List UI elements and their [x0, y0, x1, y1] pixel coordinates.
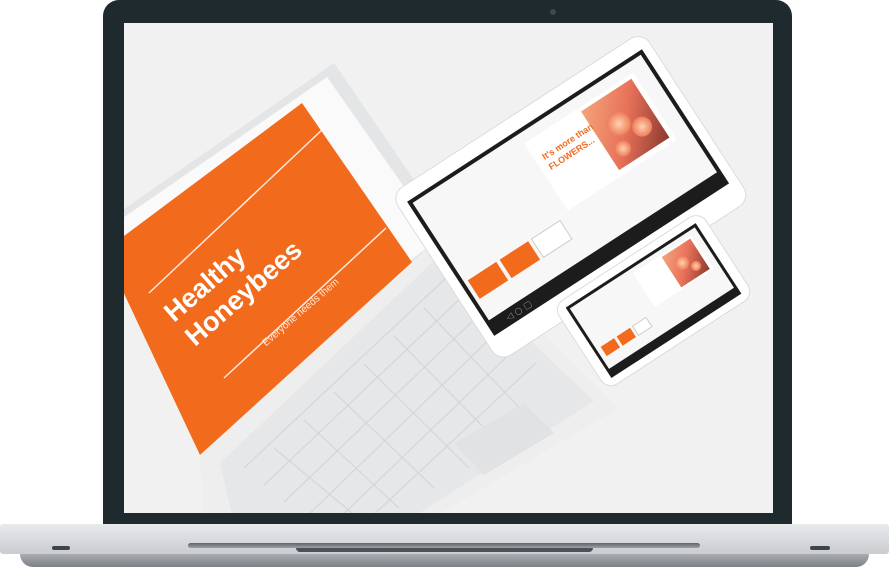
device-mockup-illustration: Healthy Honeybees Everyone needs them It…	[124, 36, 751, 513]
laptop-base	[0, 524, 889, 567]
trackpad-notch	[296, 548, 593, 552]
right-foot	[810, 546, 830, 550]
left-foot	[52, 546, 70, 550]
laptop-screen: Healthy Honeybees Everyone needs them It…	[124, 23, 773, 513]
base-bottom	[20, 554, 869, 567]
webcam	[550, 9, 556, 15]
